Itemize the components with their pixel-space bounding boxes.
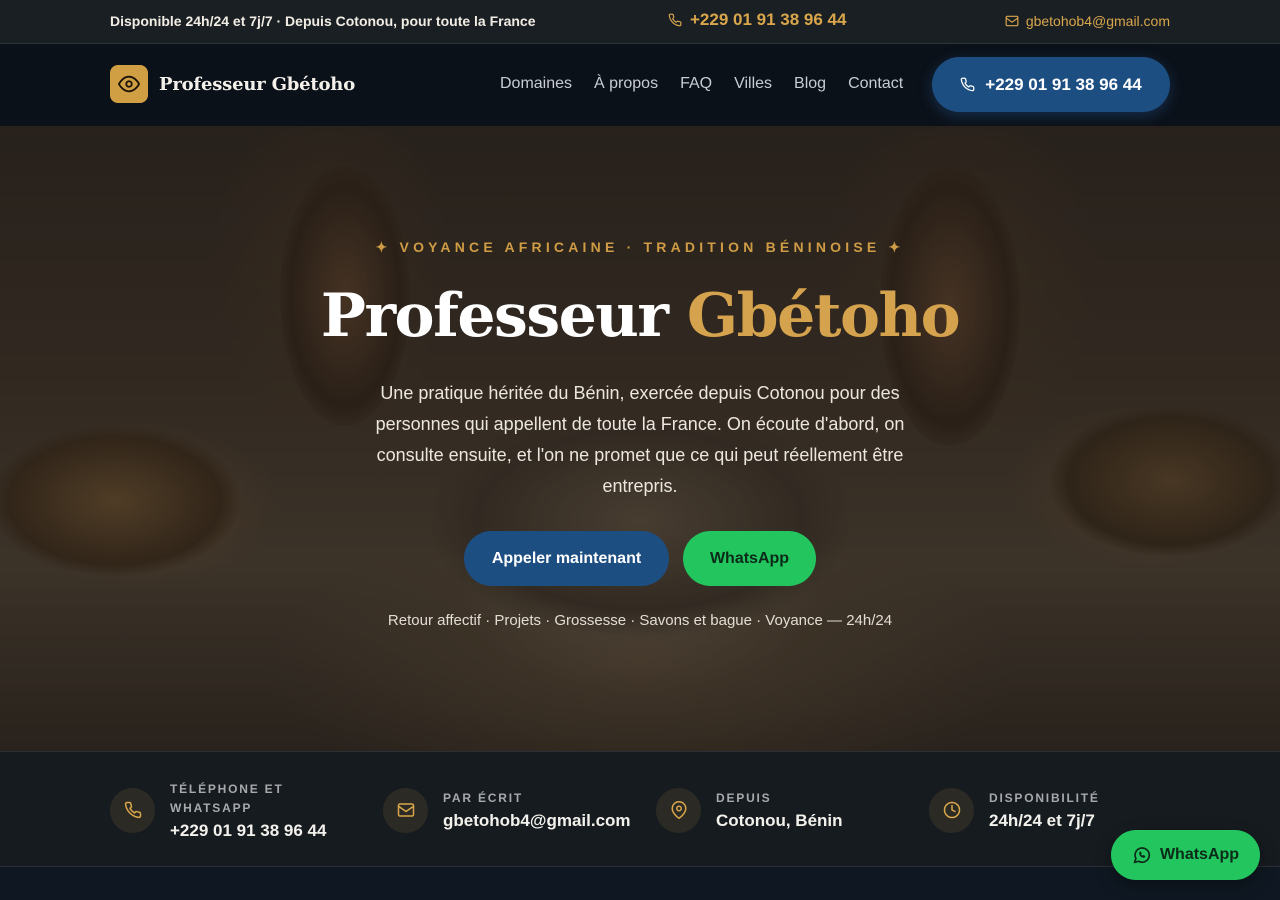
info-label-availability: DISPONIBILITÉ	[989, 791, 1100, 805]
info-value-phone: +229 01 91 38 96 44	[170, 820, 327, 840]
topbar-phone-text: +229 01 91 38 96 44	[690, 10, 847, 29]
call-now-button[interactable]: Appeler maintenant	[464, 531, 669, 586]
hero-services-tags: Retour affectif · Projets · Grossesse · …	[387, 612, 893, 629]
eye-icon	[110, 65, 148, 103]
phone-icon	[110, 787, 155, 833]
nav-link-blog[interactable]: Blog	[794, 75, 826, 93]
floating-whatsapp-button[interactable]: WhatsApp	[1111, 830, 1260, 880]
next-section-edge	[0, 867, 1280, 900]
info-label-location: DEPUIS	[716, 791, 772, 805]
nav-link-contact[interactable]: Contact	[848, 75, 903, 93]
info-label-email: PAR ÉCRIT	[443, 791, 523, 805]
info-item-location: DEPUIS Cotonou, Bénin	[656, 752, 843, 868]
nav-menu: Domaines À propos FAQ Villes Blog Contac…	[500, 75, 903, 93]
topbar-email-link[interactable]: gbetohob4@gmail.com	[1005, 13, 1170, 29]
nav-link-villes[interactable]: Villes	[734, 75, 772, 93]
floating-whatsapp-label: WhatsApp	[1159, 846, 1240, 863]
info-value-availability: 24h/24 et 7j/7	[989, 811, 1095, 830]
info-item-phone[interactable]: TÉLÉPHONE ET WHATSAPP +229 01 91 38 96 4…	[110, 752, 326, 868]
location-pin-icon	[656, 787, 701, 833]
brand-logo[interactable]: Professeur Gbétoho	[110, 65, 355, 103]
phone-icon	[668, 13, 682, 27]
mail-icon	[383, 787, 428, 833]
hero-title-gold: Gbétoho	[686, 281, 961, 351]
clock-icon	[929, 787, 974, 833]
info-value-email: gbetohob4@gmail.com	[443, 811, 631, 830]
top-bar: Disponible 24h/24 et 7j/7 · Depuis Coton…	[0, 0, 1280, 44]
hero-section: ✦ VOYANCE AFRICAINE · TRADITION BÉNINOIS…	[0, 126, 1280, 751]
whatsapp-icon	[1133, 847, 1151, 864]
info-label-phone: TÉLÉPHONE ET WHATSAPP	[170, 781, 284, 815]
mail-icon	[1005, 15, 1019, 27]
availability-text: Disponible 24h/24 et 7j/7 · Depuis Coton…	[110, 13, 536, 29]
nav-link-a-propos[interactable]: À propos	[594, 75, 658, 93]
main-nav: Professeur Gbétoho Domaines À propos FAQ…	[0, 44, 1280, 126]
nav-call-button[interactable]: +229 01 91 38 96 44	[932, 57, 1170, 112]
hero-title: Professeur Gbétoho	[0, 281, 1280, 351]
hero-whatsapp-button[interactable]: WhatsApp	[683, 531, 816, 586]
brand-name: Professeur Gbétoho	[159, 73, 355, 95]
info-item-email[interactable]: PAR ÉCRIT gbetohob4@gmail.com	[383, 752, 631, 868]
phone-icon	[960, 77, 975, 92]
contact-info-strip: TÉLÉPHONE ET WHATSAPP +229 01 91 38 96 4…	[0, 751, 1280, 867]
info-item-availability: DISPONIBILITÉ 24h/24 et 7j/7	[929, 752, 1100, 868]
hero-eyebrow: ✦ VOYANCE AFRICAINE · TRADITION BÉNINOIS…	[375, 239, 905, 255]
info-value-location: Cotonou, Bénin	[716, 811, 843, 830]
nav-link-domaines[interactable]: Domaines	[500, 75, 572, 93]
nav-link-faq[interactable]: FAQ	[680, 75, 712, 93]
hero-description: Une pratique héritée du Bénin, exercée d…	[375, 383, 905, 496]
hero-title-white: Professeur	[320, 281, 669, 351]
topbar-phone-link[interactable]: +229 01 91 38 96 44	[668, 10, 846, 30]
topbar-email-text: gbetohob4@gmail.com	[1025, 13, 1170, 29]
nav-call-label: +229 01 91 38 96 44	[985, 74, 1142, 94]
